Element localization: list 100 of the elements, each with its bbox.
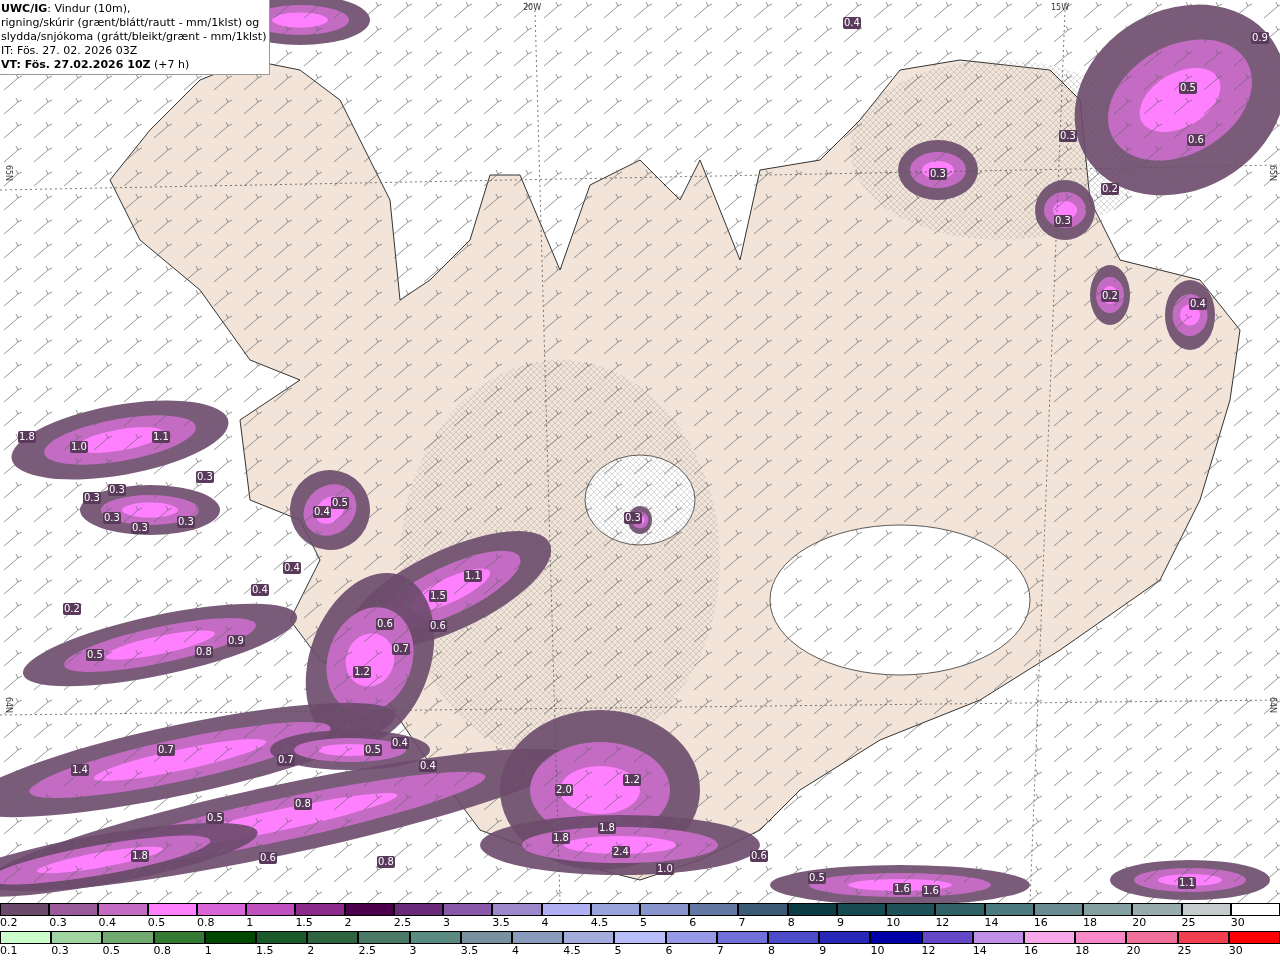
precipitation-value: 1.4 <box>71 764 89 776</box>
precipitation-value: 0.4 <box>391 737 409 749</box>
precipitation-value: 0.4 <box>843 17 861 29</box>
title-line: IT: Fös. 27. 02. 2026 03Z <box>1 44 139 58</box>
legend-label: 14 <box>972 944 988 958</box>
legend-label: 2 <box>307 944 316 958</box>
precipitation-value: 0.4 <box>313 506 331 518</box>
legend-label: 25 <box>1177 944 1193 958</box>
legend-label: 12 <box>921 944 937 958</box>
legend-label: 8 <box>787 916 796 930</box>
legend-label: 0.8 <box>196 916 216 930</box>
legend-label: 0.5 <box>102 944 121 958</box>
title-line: VT: Fös. 27.02.2026 10Z (+7 h) <box>1 58 191 72</box>
precipitation-value: 1.2 <box>623 774 641 786</box>
precipitation-value: 0.3 <box>1059 130 1077 142</box>
legend-label: 12 <box>935 916 951 930</box>
precipitation-value: 1.8 <box>18 431 36 443</box>
precipitation-value: 1.1 <box>152 431 170 443</box>
legend-label: 10 <box>870 944 886 958</box>
precipitation-value: 0.2 <box>1101 183 1119 195</box>
precipitation-value: 1.8 <box>552 832 570 844</box>
precipitation-value: 0.4 <box>283 562 301 574</box>
legend-label: 1.5 <box>256 944 275 958</box>
precipitation-value: 1.2 <box>353 666 371 678</box>
legend-label: 1 <box>246 916 255 930</box>
legend-label: 30 <box>1230 916 1246 930</box>
precipitation-value: 0.4 <box>1189 298 1207 310</box>
legend-label: 4.5 <box>563 944 582 958</box>
precipitation-value: 0.9 <box>227 635 245 647</box>
precipitation-value: 0.5 <box>86 649 104 661</box>
legend-label: 16 <box>1033 916 1049 930</box>
precipitation-value: 0.6 <box>750 850 768 862</box>
legend-label: 18 <box>1083 916 1099 930</box>
legend-label: 18 <box>1075 944 1091 958</box>
grid-label: 15W <box>1050 2 1070 12</box>
precipitation-value: 1.6 <box>922 885 940 897</box>
legend-label: 0.8 <box>153 944 173 958</box>
precipitation-value: 0.8 <box>195 646 213 658</box>
precipitation-value: 0.3 <box>177 516 195 528</box>
precipitation-value: 1.5 <box>429 590 447 602</box>
precipitation-value: 1.1 <box>464 570 482 582</box>
legend-label: 0.1 <box>0 944 19 958</box>
legend-label: 3.5 <box>460 944 480 958</box>
precipitation-value: 0.5 <box>808 872 826 884</box>
legend-label: 2 <box>344 916 353 930</box>
precipitation-value: 0.3 <box>196 471 214 483</box>
legend-label: 7 <box>738 916 747 930</box>
legend-label: 0.5 <box>147 916 167 930</box>
precipitation-value: 0.4 <box>419 760 437 772</box>
title-line: UWC/IG: Vindur (10m), <box>1 2 132 16</box>
precipitation-value: 2.4 <box>612 846 630 858</box>
precipitation-value: 0.7 <box>392 643 410 655</box>
legend-label: 5 <box>614 944 623 958</box>
precipitation-value: 0.3 <box>624 512 642 524</box>
legend-label: 7 <box>716 944 725 958</box>
legend-label: 4.5 <box>590 916 610 930</box>
legend-label: 16 <box>1024 944 1039 958</box>
legend-label: 20 <box>1132 916 1148 930</box>
legend-label: 4 <box>512 944 520 958</box>
legend-label: 3 <box>409 944 418 958</box>
precipitation-value: 0.6 <box>429 620 447 632</box>
precipitation-value: 0.7 <box>157 744 175 756</box>
grid-label: 65N <box>3 164 13 182</box>
precipitation-value: 0.6 <box>376 618 394 630</box>
precipitation-value: 0.8 <box>377 856 395 868</box>
title-line: rigning/skúrir (grænt/blátt/rautt - mm/1klst) og <box>1 16 261 30</box>
precipitation-value: 0.6 <box>1187 134 1205 146</box>
precipitation-value: 1.1 <box>1178 877 1196 889</box>
precipitation-value: 0.2 <box>63 603 81 615</box>
legend-label: 2.5 <box>393 916 413 930</box>
precipitation-value: 0.3 <box>1054 215 1072 227</box>
title-line: slydda/snjókoma (grátt/bleikt/grænt - mm/1klst) <box>1 30 267 44</box>
precipitation-value: 0.3 <box>929 168 947 180</box>
precipitation-value: 1.0 <box>70 441 88 453</box>
legend-label: 8 <box>768 944 776 958</box>
legend-label: 0.3 <box>49 916 68 930</box>
precipitation-value: 0.5 <box>364 744 382 756</box>
grid-label: 64N <box>1267 696 1277 714</box>
precipitation-value: 0.8 <box>294 798 312 810</box>
precipitation-value: 0.9 <box>1251 32 1269 44</box>
legend-label: 0.4 <box>98 916 117 930</box>
grid-label: 65N <box>1267 164 1277 182</box>
precipitation-value: 1.6 <box>893 883 911 895</box>
precipitation-value: 0.2 <box>1101 290 1119 302</box>
precipitation-value: 0.5 <box>331 497 349 509</box>
precipitation-value: 0.3 <box>83 492 101 504</box>
legend-label: 10 <box>886 916 902 930</box>
precipitation-value: 1.8 <box>598 822 616 834</box>
precipitation-value: 0.3 <box>131 522 149 534</box>
grid-label: 64N <box>3 696 13 714</box>
precipitation-value: 0.5 <box>206 812 224 824</box>
grid-label: 20W <box>522 2 542 12</box>
precipitation-value: 0.3 <box>108 484 126 496</box>
legend-label: 9 <box>836 916 845 930</box>
legend-label: 6 <box>689 916 698 930</box>
legend-label: 30 <box>1228 944 1244 958</box>
legend-label: 3.5 <box>492 916 511 930</box>
legend-label: 25 <box>1181 916 1197 930</box>
legend-label: 2.5 <box>358 944 377 958</box>
legend-label: 6 <box>665 944 674 958</box>
